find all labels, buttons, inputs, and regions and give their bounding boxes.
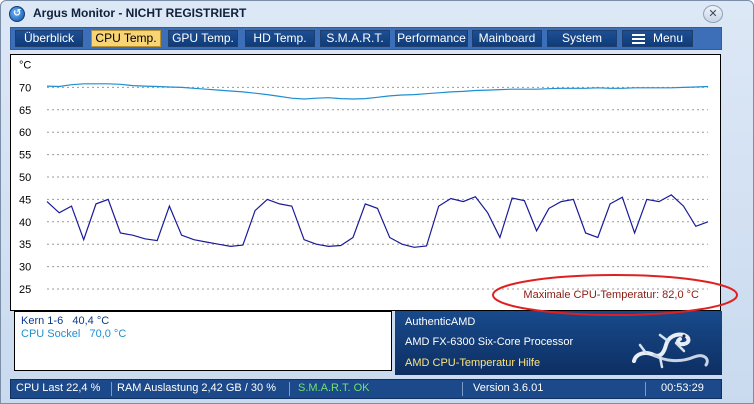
core-temp-value: Kern 1-6 40,4 °C [21, 315, 110, 327]
title-bar[interactable]: ↺ Argus Monitor - NICHT REGISTRIERT ✕ [1, 1, 753, 27]
tab-gpu-temp[interactable]: GPU Temp. [168, 30, 238, 47]
tab-system[interactable]: System [547, 30, 617, 47]
status-divider [645, 382, 646, 396]
version-status: Version 3.6.01 [473, 382, 544, 394]
app-window: ↺ Argus Monitor - NICHT REGISTRIERT ✕ Üb… [0, 0, 754, 404]
y-tick-label: 25 [19, 284, 31, 296]
y-tick-label: 70 [19, 82, 31, 94]
cpu-vendor: AuthenticAMD [405, 316, 476, 328]
cpu-temp-help-link[interactable]: AMD CPU-Temperatur Hilfe [405, 357, 540, 369]
argus-app-icon: ↺ [9, 6, 25, 22]
y-tick-label: 65 [19, 105, 31, 117]
ram-usage-status: RAM Auslastung 2,42 GB / 30 % [117, 382, 276, 394]
y-tick-label: 45 [19, 194, 31, 206]
close-icon[interactable]: ✕ [703, 5, 723, 23]
y-axis-unit-label: °C [19, 60, 31, 72]
y-tick-label: 40 [19, 217, 31, 229]
y-tick-label: 50 [19, 172, 31, 184]
series-line-cpu-sockel [46, 83, 709, 100]
cpu-load-status: CPU Last 22,4 % [16, 382, 101, 394]
window-title: Argus Monitor - NICHT REGISTRIERT [33, 6, 247, 20]
bottom-panel: Kern 1-6 40,4 °C CPU Sockel 70,0 °C Auth… [10, 311, 722, 375]
lizard-logo-icon [632, 332, 709, 369]
tab-cpu-temp[interactable]: CPU Temp. [91, 30, 161, 47]
y-tick-label: 35 [19, 239, 31, 251]
tab-performance[interactable]: Performance [395, 30, 468, 47]
sensor-values-box: Kern 1-6 40,4 °C CPU Sockel 70,0 °C [14, 311, 392, 371]
series-line-kern-1-6 [46, 194, 709, 248]
cpu-model: AMD FX-6300 Six-Core Processor [405, 336, 574, 348]
tab-ueberblick[interactable]: Überblick [15, 30, 83, 47]
tab-menu[interactable]: Menu [622, 30, 693, 47]
status-divider [289, 382, 290, 396]
menu-icon [631, 33, 645, 44]
tab-smart[interactable]: S.M.A.R.T. [320, 30, 390, 47]
tab-hd-temp[interactable]: HD Temp. [245, 30, 315, 47]
socket-temp-value: CPU Sockel 70,0 °C [21, 328, 127, 340]
status-divider [111, 382, 112, 396]
annotation-highlight-ellipse [492, 274, 738, 316]
smart-status: S.M.A.R.T. OK [298, 382, 370, 394]
y-tick-label: 55 [19, 150, 31, 162]
y-tick-label: 60 [19, 127, 31, 139]
status-bar: CPU Last 22,4 % RAM Auslastung 2,42 GB /… [10, 379, 722, 399]
temperature-chart-panel: °C 25 30 35 40 45 50 55 60 65 70 Maximale CPU-Tempe… [10, 54, 721, 311]
y-tick-label: 30 [19, 262, 31, 274]
tab-mainboard[interactable]: Mainboard [472, 30, 542, 47]
tab-bar: Überblick CPU Temp. GPU Temp. HD Temp. S… [10, 27, 722, 50]
temperature-chart: °C25303540455055606570Maximale CPU-Tempe… [19, 60, 709, 301]
status-divider [462, 382, 463, 396]
clock-status: 00:53:29 [661, 382, 704, 394]
menu-label: Menu [652, 31, 684, 45]
